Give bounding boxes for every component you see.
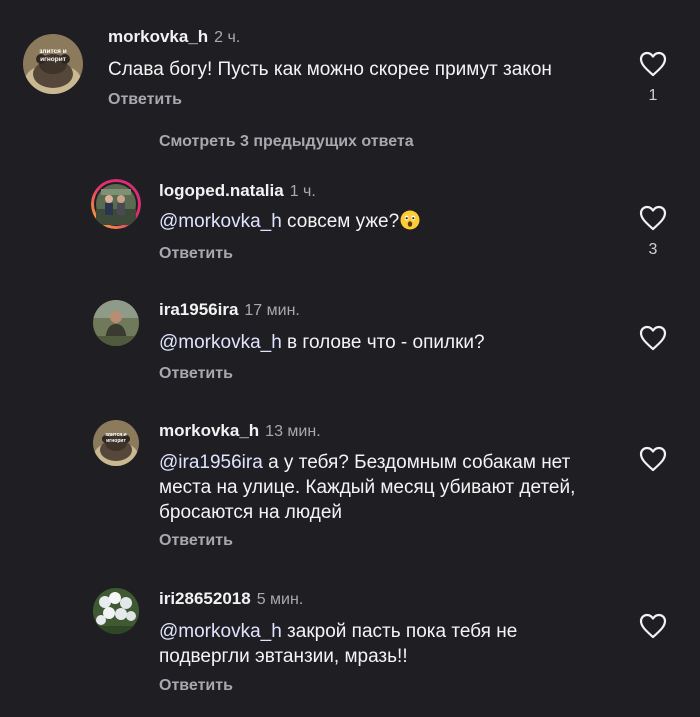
comment-header: logoped.natalia 1 ч. (159, 181, 316, 202)
svg-text:игнорит: игнорит (40, 56, 66, 63)
comment-header: iri28652018 5 мин. (159, 589, 303, 610)
mention-link[interactable]: @morkovka_h (159, 211, 282, 232)
comment-text: @ira1956ira а у тебя? Бездомным собакам … (159, 452, 576, 523)
like-button[interactable] (639, 613, 667, 639)
comment-header: morkovka_h 13 мин. (159, 421, 321, 442)
reply-button[interactable]: Ответить (159, 365, 233, 383)
svg-text:злится и: злится и (39, 48, 67, 55)
heart-outline-icon (639, 446, 667, 472)
timestamp: 17 мин. (244, 302, 300, 319)
comment-text: @morkovka_h закрой пасть пока тебя не по… (159, 621, 518, 667)
like-button[interactable] (639, 205, 667, 231)
heart-outline-icon (639, 613, 667, 639)
like-button[interactable] (639, 51, 667, 77)
timestamp: 5 мин. (256, 591, 304, 608)
comment-text: Слава богу! Пусть как можно скорее приму… (108, 59, 552, 80)
reply-button[interactable]: Ответить (159, 245, 233, 263)
timestamp: 13 мин. (265, 423, 321, 440)
username[interactable]: logoped.natalia (159, 181, 284, 200)
username[interactable]: morkovka_h (159, 421, 259, 440)
reply-button[interactable]: Ответить (159, 532, 233, 550)
timestamp: 2 ч. (214, 29, 241, 46)
mention-link[interactable]: @morkovka_h (159, 332, 282, 353)
comment-header: morkovka_h 2 ч. (108, 27, 240, 48)
astonished-face-emoji (400, 210, 420, 230)
username[interactable]: morkovka_h (108, 27, 208, 46)
heart-outline-icon (639, 51, 667, 77)
like-count: 1 (648, 87, 658, 104)
avatar[interactable]: злится и игнорит (23, 34, 83, 94)
avatar[interactable] (93, 300, 139, 346)
comment-text: @morkovka_h совсем уже? (159, 209, 629, 234)
heart-outline-icon (639, 205, 667, 231)
reply-button[interactable]: Ответить (108, 91, 182, 109)
timestamp: 1 ч. (289, 183, 316, 200)
svg-text:игнорит: игнорит (106, 438, 126, 444)
comment-header: ira1956ira 17 мин. (159, 300, 300, 321)
avatar[interactable] (91, 179, 141, 229)
like-button[interactable] (639, 325, 667, 351)
like-count: 3 (648, 241, 658, 258)
comment-text: @morkovka_h в голове что - опилки? (159, 332, 485, 353)
reply-button[interactable]: Ответить (159, 677, 233, 695)
avatar[interactable]: злится и игнорит (93, 420, 139, 466)
mention-link[interactable]: @ira1956ira (159, 452, 263, 473)
username[interactable]: iri28652018 (159, 589, 251, 608)
avatar[interactable] (93, 588, 139, 634)
view-previous-replies-button[interactable]: Смотреть 3 предыдущих ответа (159, 133, 414, 151)
heart-outline-icon (639, 325, 667, 351)
username[interactable]: ira1956ira (159, 300, 238, 319)
like-button[interactable] (639, 446, 667, 472)
mention-link[interactable]: @morkovka_h (159, 621, 282, 642)
